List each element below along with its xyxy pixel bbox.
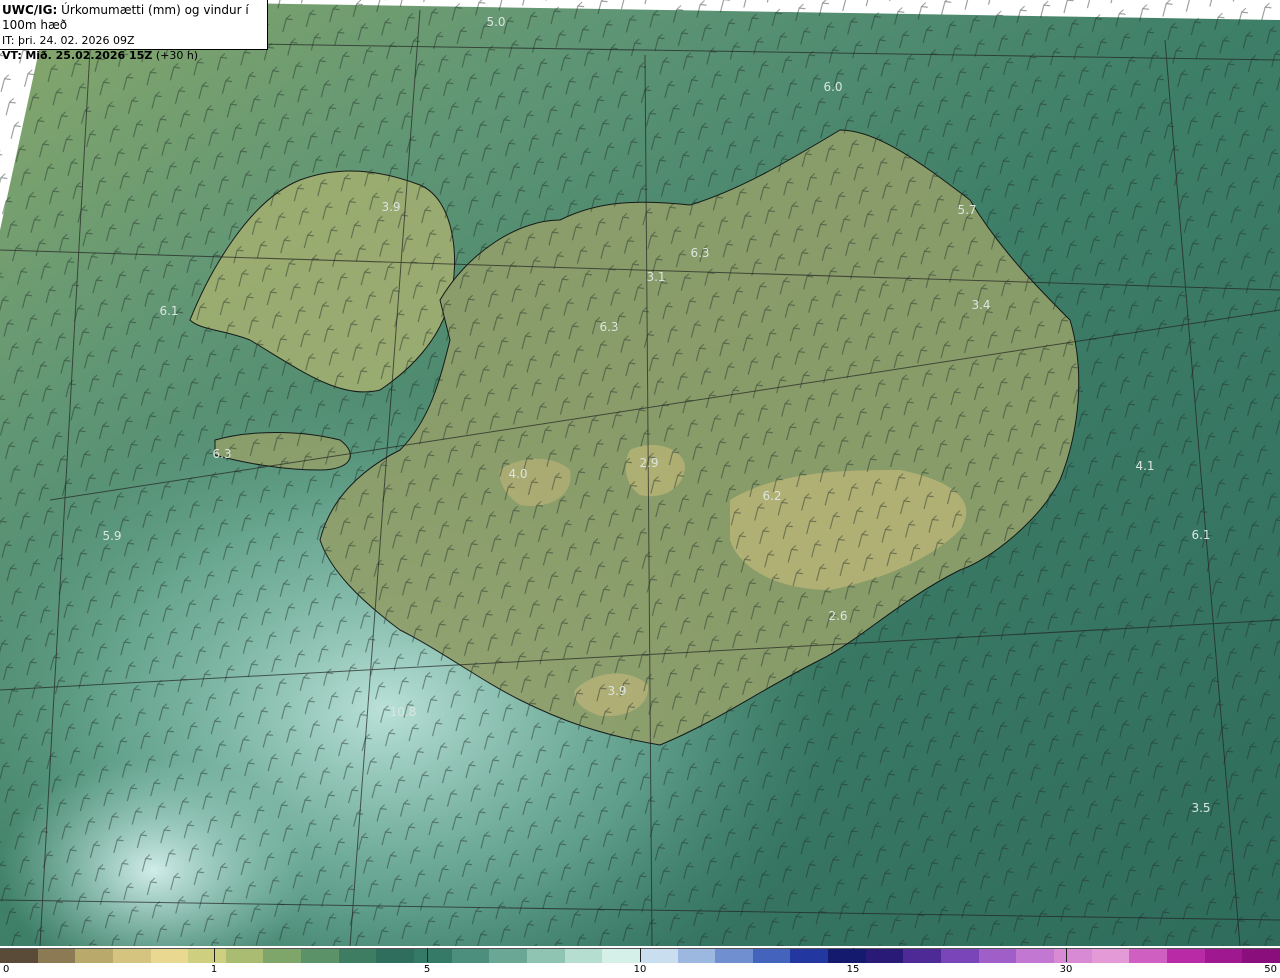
colorbar-segment [564, 949, 603, 963]
weather-map: 5.0 6.0 5.7 3.9 6.3 3.1 6.3 3.4 6.1 6.3 4.0 2.9 4.1 6… [0, 0, 1280, 946]
colorbar-tick-mark [214, 948, 215, 962]
colorbar-segment [150, 949, 189, 963]
map-value-label: 3.4 [971, 298, 990, 312]
colorbar-segment [1016, 949, 1054, 963]
colorbar-segment [828, 949, 866, 963]
colorbar-segment [338, 949, 377, 963]
valid-time-line: VT: Mið. 25.02.2026 15Z (+30 h) [2, 48, 265, 63]
map-value-label: 6.2 [762, 489, 781, 503]
init-time-line: IT: þri. 24. 02. 2026 09Z [2, 33, 265, 48]
colorbar-segment [112, 949, 151, 963]
colorbar-tick-label: 30 [1059, 964, 1073, 975]
map-info-box: UWC/IG: Úrkomumætti (mm) og vindur í 100… [0, 0, 268, 62]
map-value-label: 6.3 [212, 447, 231, 461]
colorbar-segment [752, 949, 791, 963]
init-label: IT: [2, 34, 15, 47]
colorbar-segment [1091, 949, 1130, 963]
map-value-label: 3.9 [381, 200, 400, 214]
map-value-label: 10.8 [390, 705, 417, 719]
colorbar-segment [941, 949, 979, 963]
colorbar-segment [301, 949, 339, 963]
map-value-label: 6.3 [690, 246, 709, 260]
colorbar-tick-mark [853, 948, 854, 962]
colorbar-segment [75, 949, 113, 963]
colorbar-segment [1242, 949, 1280, 963]
map-value-label: 5.9 [102, 529, 121, 543]
colorbar-segment [978, 949, 1017, 963]
colorbar-tick-label: 5 [423, 964, 431, 975]
colorbar-segment [489, 949, 527, 963]
map-value-label: 6.1 [159, 304, 178, 318]
colorbar-tick-label: 10 [633, 964, 647, 975]
map-value-label: 6.1 [1191, 528, 1210, 542]
colorbar-segment [1204, 949, 1243, 963]
colorbar-tick-label: 1 [210, 964, 218, 975]
map-value-label: 6.0 [823, 80, 842, 94]
colorbar-segment [451, 949, 490, 963]
title-line: UWC/IG: Úrkomumætti (mm) og vindur í 100… [2, 3, 265, 33]
valid-time: Mið. 25.02.2026 15Z [25, 49, 153, 62]
map-value-label: 5.0 [486, 15, 505, 29]
colorbar-segment [0, 949, 38, 963]
lead-time: (+30 h) [155, 49, 199, 62]
precipitation-colorbar: 0 1 5 10 15 30 50 [0, 948, 1280, 978]
colorbar-tick-mark [640, 948, 641, 962]
colorbar-segment [225, 949, 264, 963]
valid-label: VT: [2, 49, 22, 62]
map-value-label: 2.9 [639, 456, 658, 470]
map-value-label: 3.9 [607, 684, 626, 698]
colorbar-segment [188, 949, 226, 963]
colorbar-segment [677, 949, 716, 963]
colorbar-segment [37, 949, 76, 963]
map-value-label: 4.1 [1135, 459, 1154, 473]
init-time: þri. 24. 02. 2026 09Z [17, 34, 135, 47]
colorbar-tick-label: 0 [3, 964, 10, 975]
map-value-label: 6.3 [599, 320, 618, 334]
map-value-label: 2.6 [828, 609, 847, 623]
colorbar-segment [602, 949, 640, 963]
colorbar-segment [865, 949, 904, 963]
colorbar-segment [1053, 949, 1092, 963]
map-value-label: 4.0 [508, 467, 527, 481]
product-code: UWC/IG: [2, 3, 58, 17]
colorbar-segment [414, 949, 452, 963]
map-value-label: 5.7 [957, 203, 976, 217]
map-value-label: 3.5 [1191, 801, 1210, 815]
colorbar-tick-label: 50 [1264, 964, 1277, 975]
colorbar-segment [1129, 949, 1167, 963]
colorbar-segment [1166, 949, 1205, 963]
colorbar-segment [790, 949, 829, 963]
colorbar-tick-label: 15 [846, 964, 860, 975]
colorbar-segment [263, 949, 302, 963]
colorbar-segment [715, 949, 753, 963]
colorbar-segment [903, 949, 942, 963]
colorbar-segment [376, 949, 415, 963]
colorbar-segment [526, 949, 565, 963]
map-value-label: 3.1 [646, 270, 665, 284]
colorbar-tick-mark [1066, 948, 1067, 962]
colorbar-tick-mark [427, 948, 428, 962]
colorbar-segment [639, 949, 678, 963]
